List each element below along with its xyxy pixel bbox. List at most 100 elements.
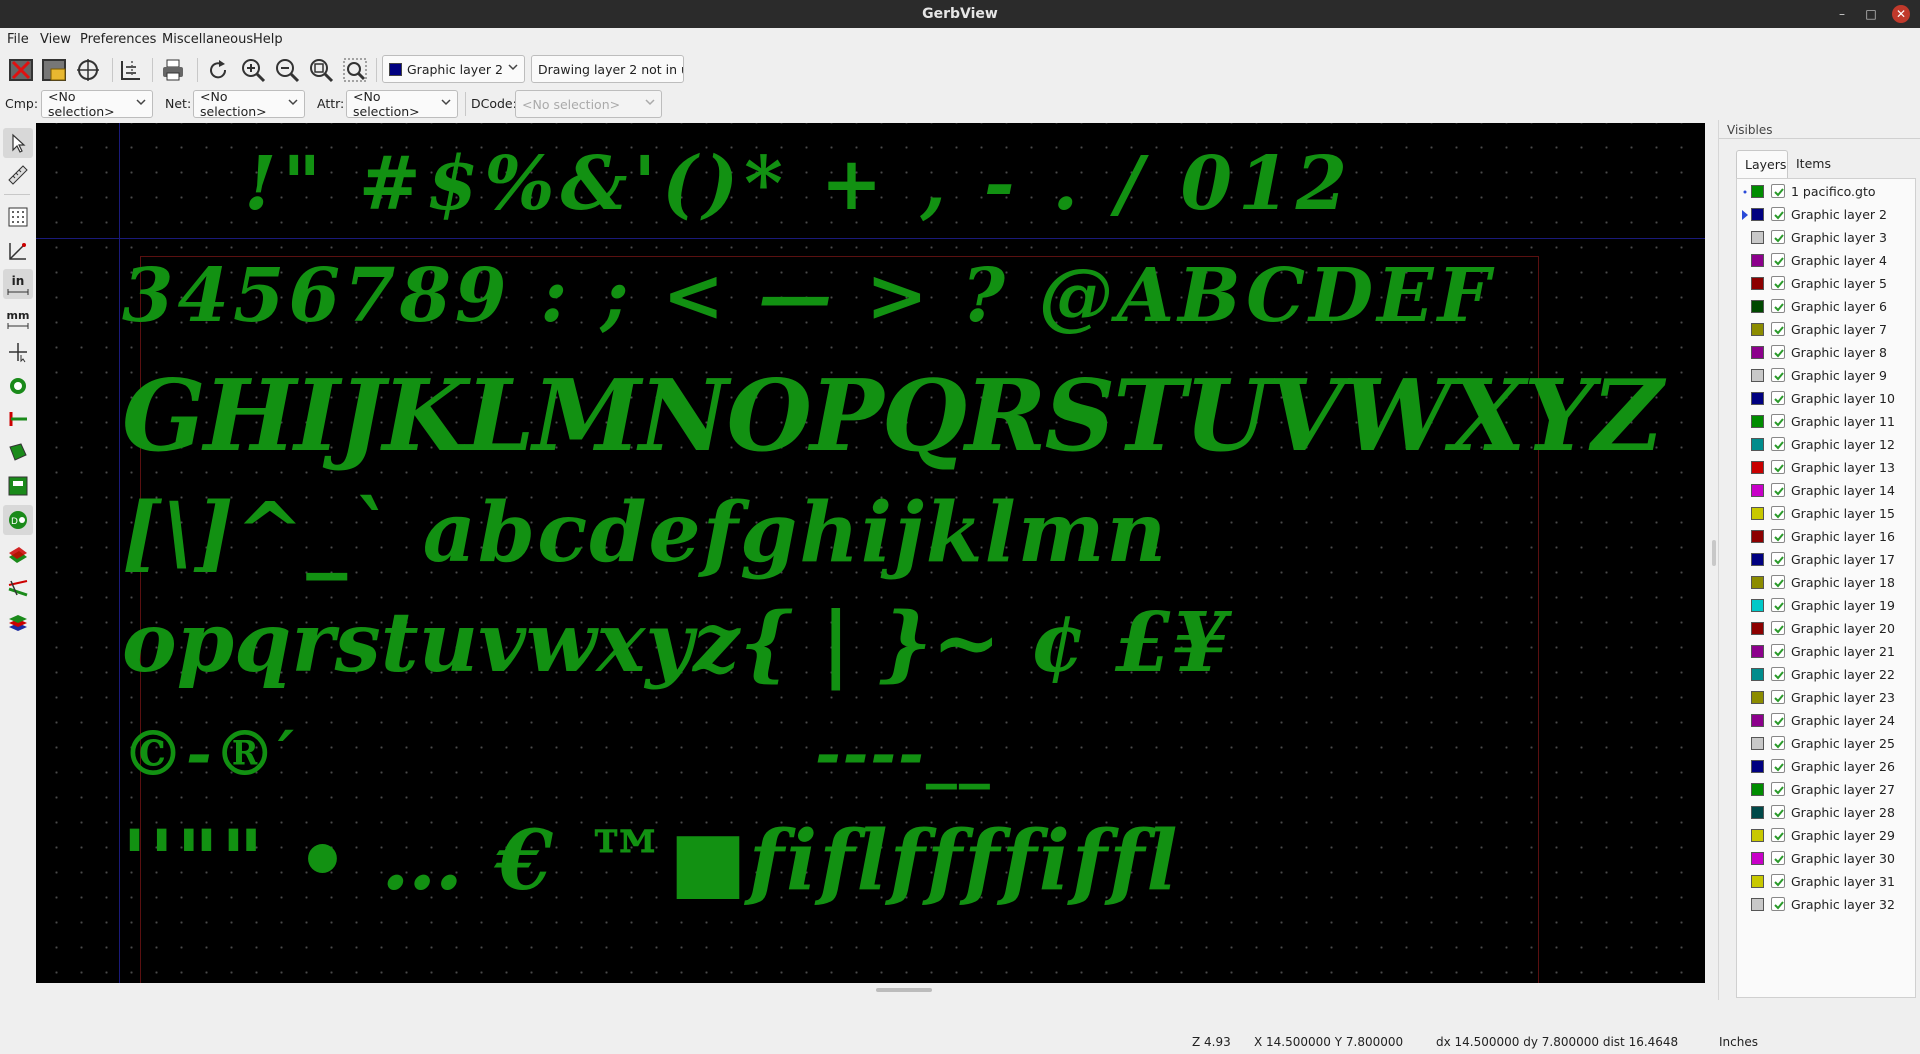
layer-color-swatch[interactable] (1751, 208, 1764, 221)
layer-row[interactable]: Graphic layer 9 (1737, 364, 1915, 387)
layer-color-swatch[interactable] (1751, 185, 1764, 198)
layer-visibility-checkbox[interactable] (1771, 437, 1785, 451)
layer-visibility-checkbox[interactable] (1771, 805, 1785, 819)
scrollbar-thumb[interactable] (876, 988, 932, 992)
layer-color-swatch[interactable] (1751, 323, 1764, 336)
layer-visibility-checkbox[interactable] (1771, 897, 1785, 911)
layer-visibility-checkbox[interactable] (1771, 184, 1785, 198)
layer-visibility-checkbox[interactable] (1771, 368, 1785, 382)
layer-visibility-checkbox[interactable] (1771, 759, 1785, 773)
layer-visibility-checkbox[interactable] (1771, 207, 1785, 221)
minimize-button[interactable]: – (1833, 5, 1851, 23)
layer-color-swatch[interactable] (1751, 829, 1764, 842)
layer-row[interactable]: Graphic layer 14 (1737, 479, 1915, 502)
layer-visibility-checkbox[interactable] (1771, 483, 1785, 497)
layer-row[interactable]: Graphic layer 29 (1737, 824, 1915, 847)
layer-color-swatch[interactable] (1751, 737, 1764, 750)
load-drill-icon[interactable] (74, 56, 102, 84)
layer-row[interactable]: Graphic layer 24 (1737, 709, 1915, 732)
canvas-horizontal-scrollbar[interactable] (36, 983, 1705, 997)
layer-visibility-checkbox[interactable] (1771, 644, 1785, 658)
layer-color-swatch[interactable] (1751, 553, 1764, 566)
measure-icon[interactable] (3, 160, 33, 190)
layer-color-swatch[interactable] (1751, 852, 1764, 865)
layer-visibility-checkbox[interactable] (1771, 575, 1785, 589)
layer-row[interactable]: Graphic layer 6 (1737, 295, 1915, 318)
polar-coords-icon[interactable] (3, 236, 33, 266)
layer-color-swatch[interactable] (1751, 346, 1764, 359)
layer-visibility-checkbox[interactable] (1771, 460, 1785, 474)
layer-visibility-checkbox[interactable] (1771, 253, 1785, 267)
zoom-in-icon[interactable] (239, 56, 267, 84)
close-button[interactable]: ✕ (1892, 5, 1910, 23)
layer-color-swatch[interactable] (1751, 691, 1764, 704)
layer-visibility-checkbox[interactable] (1771, 230, 1785, 244)
layer-color-swatch[interactable] (1751, 714, 1764, 727)
layer-visibility-checkbox[interactable] (1771, 552, 1785, 566)
layer-visibility-checkbox[interactable] (1771, 782, 1785, 796)
layer-color-swatch[interactable] (1751, 806, 1764, 819)
layer-visibility-checkbox[interactable] (1771, 506, 1785, 520)
layer-visibility-checkbox[interactable] (1771, 299, 1785, 313)
layer-color-swatch[interactable] (1751, 576, 1764, 589)
layer-row[interactable]: Graphic layer 22 (1737, 663, 1915, 686)
layer-visibility-checkbox[interactable] (1771, 736, 1785, 750)
layer-row[interactable]: Graphic layer 4 (1737, 249, 1915, 272)
layer-color-swatch[interactable] (1751, 415, 1764, 428)
layer-color-swatch[interactable] (1751, 392, 1764, 405)
layer-row[interactable]: Graphic layer 25 (1737, 732, 1915, 755)
menu-preferences[interactable]: Preferences (80, 32, 156, 47)
layer-color-swatch[interactable] (1751, 622, 1764, 635)
layer-row[interactable]: Graphic layer 20 (1737, 617, 1915, 640)
layer-row[interactable]: Graphic layer 5 (1737, 272, 1915, 295)
layer-color-swatch[interactable] (1751, 277, 1764, 290)
layer-color-swatch[interactable] (1751, 898, 1764, 911)
layer-color-swatch[interactable] (1751, 254, 1764, 267)
panel-splitter-handle[interactable] (1712, 540, 1716, 566)
layers-flip-icon[interactable] (3, 573, 33, 603)
layer-manager-icon[interactable] (117, 56, 145, 84)
layer-row[interactable]: Graphic layer 27 (1737, 778, 1915, 801)
cursor-shape-icon[interactable] (3, 337, 33, 367)
cmp-select[interactable]: <No selection> (41, 89, 153, 119)
redraw-icon[interactable] (204, 56, 232, 84)
layer-row[interactable]: Graphic layer 18 (1737, 571, 1915, 594)
layer-color-swatch[interactable] (1751, 645, 1764, 658)
grid-icon[interactable] (3, 202, 33, 232)
zoom-selection-icon[interactable] (341, 56, 369, 84)
layer-row[interactable]: Graphic layer 3 (1737, 226, 1915, 249)
maximize-button[interactable]: □ (1862, 5, 1880, 23)
layer-color-swatch[interactable] (1751, 484, 1764, 497)
layer-color-swatch[interactable] (1751, 461, 1764, 474)
layer-visibility-checkbox[interactable] (1771, 391, 1785, 405)
dcodes-icon[interactable]: D (3, 505, 33, 535)
layer-row[interactable]: Graphic layer 16 (1737, 525, 1915, 548)
lines-sketch-icon[interactable] (3, 404, 33, 434)
layer-visibility-checkbox[interactable] (1771, 414, 1785, 428)
layer-row[interactable]: Graphic layer 10 (1737, 387, 1915, 410)
net-select[interactable]: <No selection> (193, 89, 305, 119)
menu-help[interactable]: Help (253, 32, 283, 47)
layer-row[interactable]: Graphic layer 26 (1737, 755, 1915, 778)
inches-icon[interactable]: in (3, 269, 33, 299)
layer-visibility-checkbox[interactable] (1771, 276, 1785, 290)
tab-layers[interactable]: Layers (1736, 150, 1788, 178)
layer-row[interactable]: Graphic layer 12 (1737, 433, 1915, 456)
layer-row[interactable]: Graphic layer 11 (1737, 410, 1915, 433)
layer-row[interactable]: 1 pacifico.gto (1737, 180, 1915, 203)
layer-visibility-checkbox[interactable] (1771, 690, 1785, 704)
layer-visibility-checkbox[interactable] (1771, 667, 1785, 681)
attr-select[interactable]: <No selection> (346, 89, 458, 119)
layer-color-swatch[interactable] (1751, 231, 1764, 244)
layer-visibility-checkbox[interactable] (1771, 322, 1785, 336)
menu-view[interactable]: View (40, 32, 71, 47)
layer-visibility-checkbox[interactable] (1771, 874, 1785, 888)
layer-visibility-checkbox[interactable] (1771, 598, 1785, 612)
layer-row[interactable]: Graphic layer 19 (1737, 594, 1915, 617)
layer-visibility-checkbox[interactable] (1771, 345, 1785, 359)
layer-row[interactable]: Graphic layer 17 (1737, 548, 1915, 571)
dcode-select[interactable]: <No selection> (515, 90, 662, 118)
layer-row[interactable]: Graphic layer 7 (1737, 318, 1915, 341)
layer-visibility-checkbox[interactable] (1771, 713, 1785, 727)
millimeters-icon[interactable]: mm (3, 303, 33, 333)
